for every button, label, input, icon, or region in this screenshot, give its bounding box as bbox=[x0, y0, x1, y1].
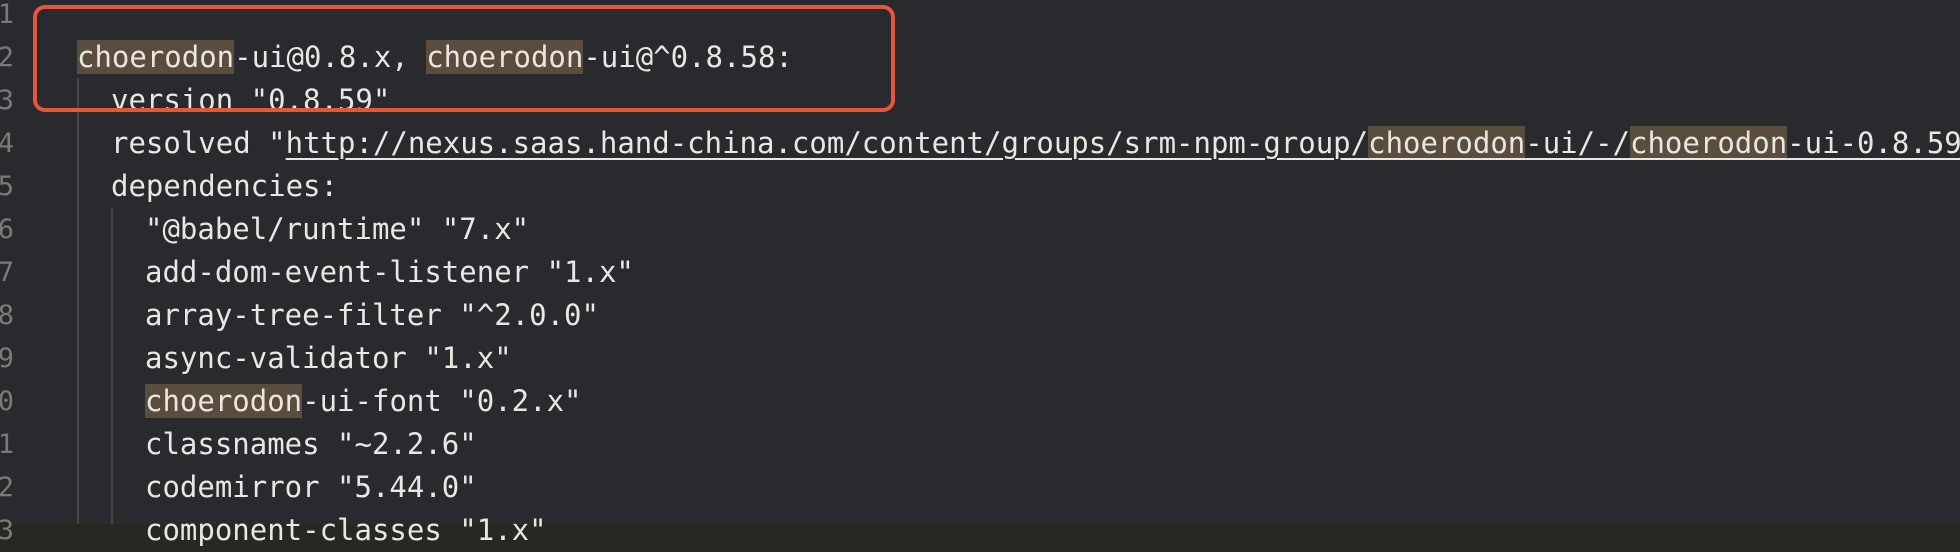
code-token: codemirror "5.44.0" bbox=[145, 470, 477, 504]
code-line[interactable]: 5 dependencies: bbox=[0, 165, 1960, 208]
search-match: choerodon bbox=[145, 384, 303, 418]
code-text: resolved "http://nexus.saas.hand-china.c… bbox=[111, 122, 1960, 165]
line-number: 5 bbox=[0, 171, 14, 202]
code-token: add-dom-event-listener "1.x" bbox=[145, 255, 634, 289]
code-line[interactable]: 9 async-validator "1.x" bbox=[0, 337, 1960, 380]
code-text: "@babel/runtime" "7.x" bbox=[145, 208, 529, 251]
code-token: -ui-font "0.2.x" bbox=[302, 384, 582, 418]
line-number: 1 bbox=[0, 429, 14, 460]
line-number: 2 bbox=[0, 472, 14, 503]
line-number: 9 bbox=[0, 343, 14, 374]
url-token[interactable]: choerodon bbox=[1368, 126, 1526, 160]
code-text: classnames "~2.2.6" bbox=[145, 423, 477, 466]
code-text: dependencies: bbox=[111, 165, 338, 208]
code-text: component-classes "1.x" bbox=[145, 509, 547, 552]
url-token[interactable]: choerodon bbox=[1630, 126, 1788, 160]
code-line[interactable]: 4 resolved "http://nexus.saas.hand-china.… bbox=[0, 122, 1960, 165]
code-token: resolved " bbox=[111, 126, 286, 160]
url-token[interactable]: -ui/-/ bbox=[1525, 126, 1630, 160]
code-line[interactable]: 0 choerodon-ui-font "0.2.x" bbox=[0, 380, 1960, 423]
code-token: classnames "~2.2.6" bbox=[145, 427, 477, 461]
code-text: async-validator "1.x" bbox=[145, 337, 512, 380]
code-text: codemirror "5.44.0" bbox=[145, 466, 477, 509]
indent-guide bbox=[77, 78, 79, 524]
code-token: component-classes "1.x" bbox=[145, 513, 547, 547]
line-number: 6 bbox=[0, 214, 14, 245]
code-token: "@babel/runtime" "7.x" bbox=[145, 212, 530, 246]
code-token: async-validator "1.x" bbox=[145, 341, 512, 375]
code-token: dependencies: bbox=[111, 169, 338, 203]
code-text: choerodon-ui-font "0.2.x" bbox=[145, 380, 582, 423]
code-token: array-tree-filter "^2.0.0" bbox=[145, 298, 599, 332]
code-line[interactable]: 8 array-tree-filter "^2.0.0" bbox=[0, 294, 1960, 337]
line-number: 2 bbox=[0, 42, 14, 73]
line-number: 4 bbox=[0, 128, 14, 159]
line-number: 0 bbox=[0, 386, 14, 417]
code-line[interactable]: 2 codemirror "5.44.0" bbox=[0, 466, 1960, 509]
url-token[interactable]: -ui-0.8.59. bbox=[1787, 126, 1960, 160]
indent-guide bbox=[111, 207, 113, 524]
line-number: 3 bbox=[0, 515, 14, 546]
annotation-highlight-box bbox=[33, 5, 895, 112]
line-number: 1 bbox=[0, 0, 14, 30]
line-number: 8 bbox=[0, 300, 14, 331]
code-line[interactable]: 3 component-classes "1.x" bbox=[0, 509, 1960, 552]
code-text: add-dom-event-listener "1.x" bbox=[145, 251, 634, 294]
code-line[interactable]: 1 classnames "~2.2.6" bbox=[0, 423, 1960, 466]
line-number: 3 bbox=[0, 85, 14, 116]
line-number: 7 bbox=[0, 257, 14, 288]
code-line[interactable]: 7 add-dom-event-listener "1.x" bbox=[0, 251, 1960, 294]
code-text: array-tree-filter "^2.0.0" bbox=[145, 294, 599, 337]
url-token[interactable]: http://nexus.saas.hand-china.com/content… bbox=[286, 126, 1369, 160]
code-line[interactable]: 6 "@babel/runtime" "7.x" bbox=[0, 208, 1960, 251]
